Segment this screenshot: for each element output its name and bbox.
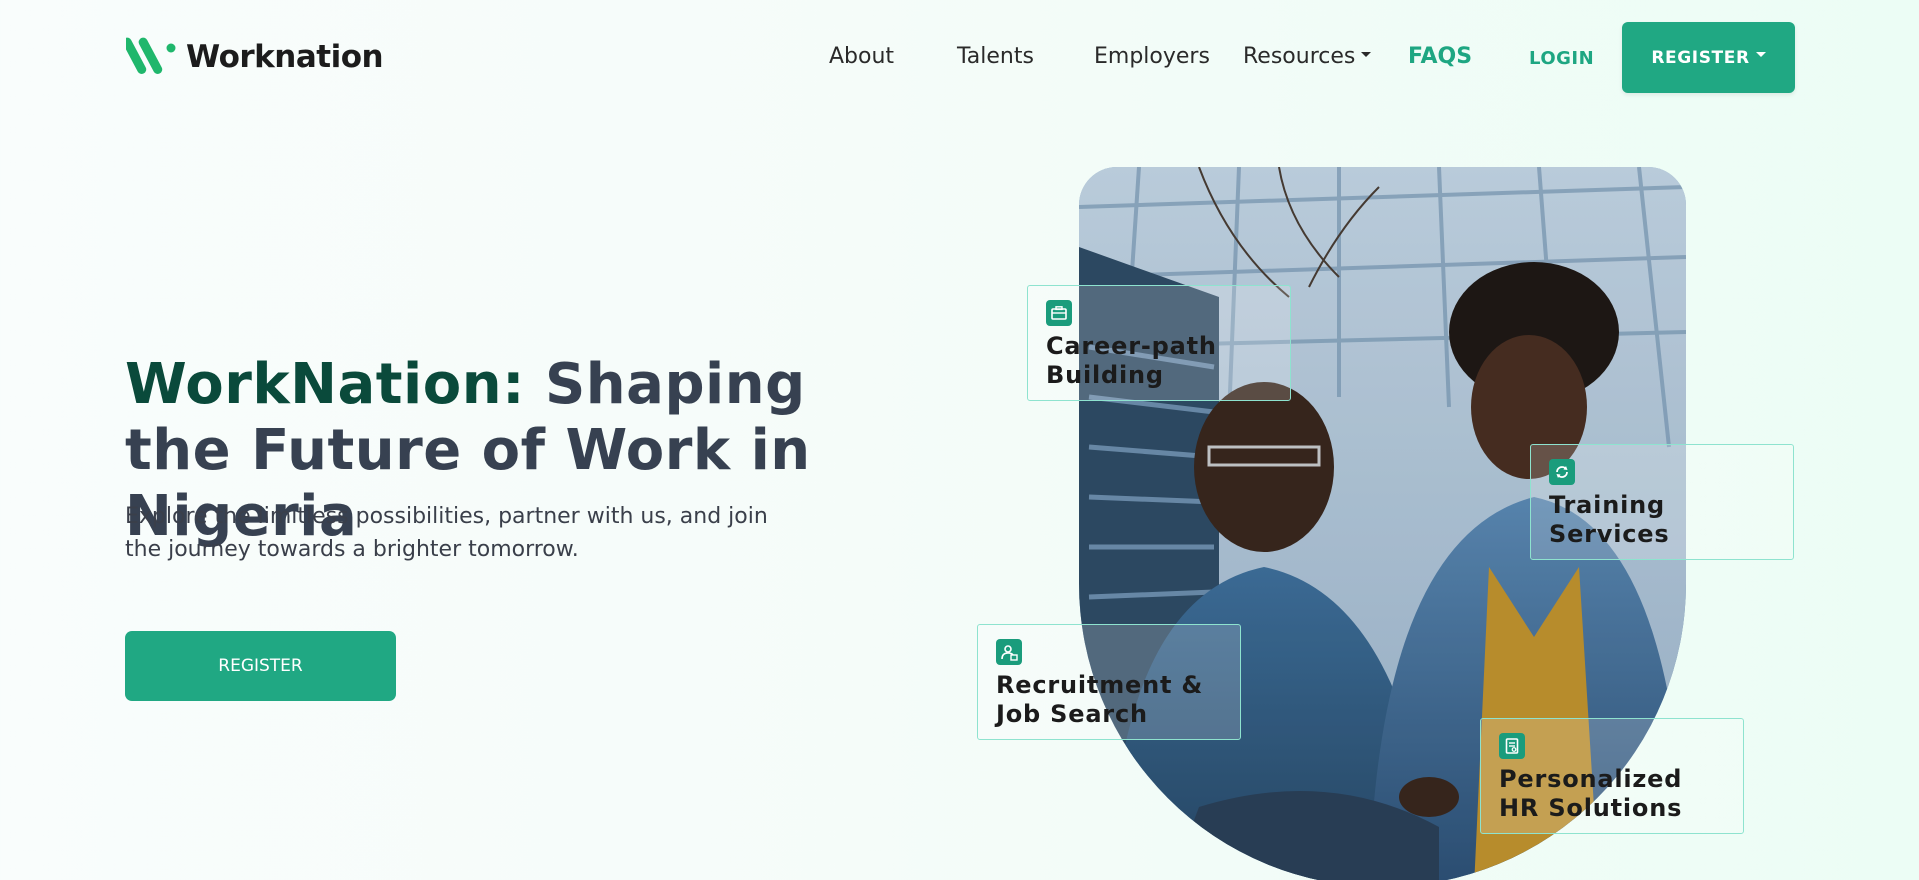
document-icon — [1499, 733, 1525, 759]
nav-talents[interactable]: Talents — [957, 44, 1034, 69]
hero-subtitle: Explore the limitless possibilities, par… — [125, 504, 768, 562]
chevron-down-icon — [1361, 51, 1372, 57]
feature-card-training: Training Services — [1530, 444, 1794, 560]
feature-title: Career-path Building — [1046, 332, 1217, 389]
register-dropdown-button[interactable]: REGISTER — [1622, 22, 1795, 93]
register-button-label: REGISTER — [1651, 47, 1750, 68]
hero-register-button[interactable]: REGISTER — [125, 631, 396, 701]
chevron-down-icon — [1755, 52, 1766, 57]
people-search-icon — [996, 639, 1022, 665]
nav-about[interactable]: About — [829, 44, 894, 69]
feature-card-career: Career-path Building — [1027, 285, 1291, 401]
feature-title: Training Services — [1549, 491, 1670, 548]
nav-faqs[interactable]: FAQS — [1408, 44, 1472, 69]
nav-employers[interactable]: Employers — [1094, 44, 1210, 69]
nav-resources-dropdown[interactable]: Resources — [1243, 44, 1372, 69]
feature-title: Recruitment & Job Search — [996, 671, 1204, 728]
feature-card-recruitment: Recruitment & Job Search — [977, 624, 1241, 740]
briefcase-icon — [1046, 300, 1072, 326]
login-link[interactable]: LOGIN — [1529, 48, 1594, 69]
nav-resources-label: Resources — [1243, 44, 1356, 69]
feature-title: Personalized HR Solutions — [1499, 765, 1683, 822]
feature-card-hr: Personalized HR Solutions — [1480, 718, 1744, 834]
site-header: Worknation About Talents Employers Resou… — [0, 0, 1919, 118]
hero-title-accent: WorkNation: — [125, 352, 525, 417]
refresh-icon — [1549, 459, 1575, 485]
